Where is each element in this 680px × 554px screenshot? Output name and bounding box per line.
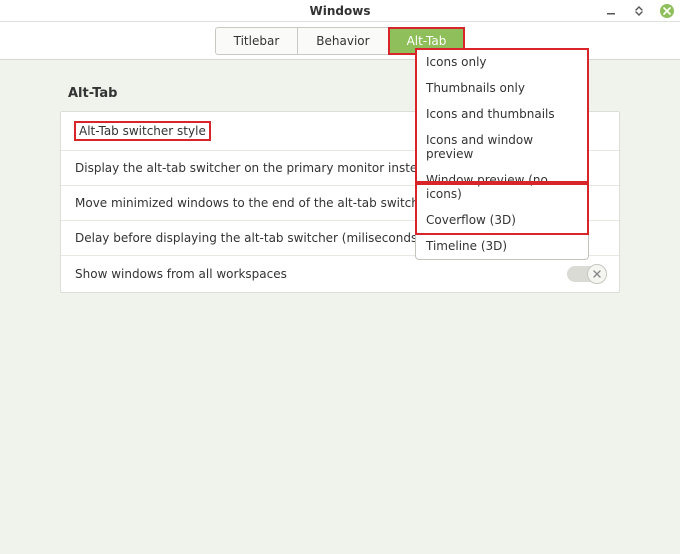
toggle-off-icon xyxy=(593,270,601,278)
minimize-icon xyxy=(606,6,616,16)
tab-titlebar[interactable]: Titlebar xyxy=(216,28,299,54)
style-dropdown: Icons only Thumbnails only Icons and thu… xyxy=(415,48,589,260)
minimize-button[interactable] xyxy=(604,4,618,18)
label-switcher-style-text: Alt-Tab switcher style xyxy=(75,122,210,140)
option-preview-no-icons[interactable]: Window preview (no icons) xyxy=(416,167,588,207)
row-all-workspaces: Show windows from all workspaces xyxy=(61,256,619,292)
tab-behavior[interactable]: Behavior xyxy=(298,28,388,54)
option-icons-only[interactable]: Icons only xyxy=(416,49,588,75)
option-timeline-3d[interactable]: Timeline (3D) xyxy=(416,233,588,259)
maximize-button[interactable] xyxy=(632,4,646,18)
close-icon xyxy=(663,7,671,15)
option-coverflow-3d[interactable]: Coverflow (3D) xyxy=(416,207,588,233)
label-all-workspaces: Show windows from all workspaces xyxy=(75,267,567,281)
toggle-all-workspaces[interactable] xyxy=(567,266,605,282)
toggle-knob xyxy=(587,264,607,284)
option-icons-and-preview[interactable]: Icons and window preview xyxy=(416,127,588,167)
window-titlebar: Windows xyxy=(0,0,680,22)
option-icons-and-thumbnails[interactable]: Icons and thumbnails xyxy=(416,101,588,127)
maximize-icon xyxy=(634,6,644,16)
window-title: Windows xyxy=(0,4,680,18)
option-thumbnails-only[interactable]: Thumbnails only xyxy=(416,75,588,101)
window-controls xyxy=(604,0,674,22)
close-button[interactable] xyxy=(660,4,674,18)
